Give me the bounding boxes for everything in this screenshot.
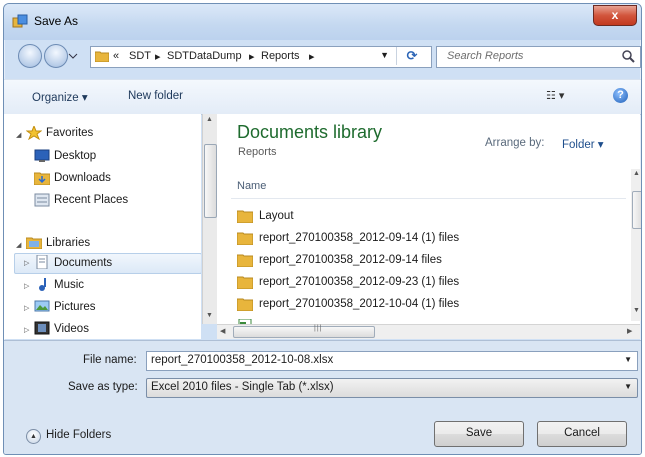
forward-button[interactable]	[44, 44, 68, 68]
save-as-dialog: Save As x « SDT ▸ SDTDataDump ▸ Reports …	[3, 3, 642, 455]
horizontal-scroll-thumb[interactable]: |||	[233, 325, 375, 338]
file-name-label: File name:	[83, 354, 137, 366]
collapse-up-icon: ▲	[26, 429, 41, 444]
breadcrumb-back-icon[interactable]: «	[113, 50, 119, 62]
videos-icon	[34, 321, 50, 335]
file-name: report_270100358_2012-09-14 files	[259, 254, 442, 266]
recent-places-icon	[34, 193, 50, 207]
folder-icon	[237, 298, 253, 311]
collapse-arrow-icon[interactable]: ▷	[24, 304, 29, 312]
folder-icon	[237, 254, 253, 267]
title-bar[interactable]: Save As x	[4, 4, 641, 40]
folder-icon	[95, 51, 109, 62]
expand-arrow-icon[interactable]: ◢	[16, 241, 21, 249]
window-title: Save As	[34, 14, 79, 28]
save-as-type-select[interactable]: Excel 2010 files - Single Tab (*.xlsx) ▼	[146, 378, 638, 398]
navigation-pane: ◢ Favorites Desktop Downloads Recent Pla…	[4, 114, 201, 339]
arrange-by-label: Arrange by:	[485, 137, 545, 149]
horizontal-scrollbar[interactable]: ◀ ||| ▶	[217, 324, 640, 339]
collapse-arrow-icon[interactable]: ▷	[24, 259, 29, 267]
nav-scroll-thumb[interactable]	[204, 144, 217, 218]
libraries-icon	[26, 237, 42, 249]
cancel-button[interactable]: Cancel	[537, 421, 627, 447]
breadcrumb-reports[interactable]: Reports	[261, 50, 300, 62]
help-icon[interactable]: ?	[613, 88, 628, 103]
nav-videos[interactable]: Videos	[54, 323, 89, 335]
folder-icon	[237, 232, 253, 245]
file-name: report_270100358_2012-09-23 (1) files	[259, 276, 460, 288]
library-subtitle: Reports	[238, 146, 277, 158]
breadcrumb-sdtdatadump[interactable]: SDTDataDump	[167, 50, 242, 62]
back-button[interactable]	[18, 44, 42, 68]
search-box[interactable]: Search Reports	[436, 46, 641, 68]
folder-icon	[237, 210, 253, 223]
nav-documents[interactable]: Documents	[54, 257, 112, 269]
scroll-down-icon[interactable]: ▼	[206, 312, 213, 319]
collapse-arrow-icon[interactable]: ▷	[24, 282, 29, 290]
search-placeholder[interactable]: Search Reports	[447, 50, 523, 62]
nav-pictures[interactable]: Pictures	[54, 301, 96, 313]
view-options-icon[interactable]: ☷ ▾	[546, 89, 564, 102]
nav-favorites[interactable]: Favorites	[46, 127, 93, 139]
close-button[interactable]: x	[593, 5, 637, 26]
file-name: report_270100358_2012-09-14 (1) files	[259, 232, 460, 244]
nav-recent-places[interactable]: Recent Places	[54, 194, 128, 206]
grip-icon: |||	[314, 325, 323, 332]
save-button[interactable]: Save	[434, 421, 524, 447]
scroll-left-icon[interactable]: ◀	[220, 327, 225, 335]
address-bar[interactable]: « SDT ▸ SDTDataDump ▸ Reports ▸ ▼ ⟳	[90, 46, 432, 68]
search-icon[interactable]	[621, 49, 635, 63]
nav-downloads[interactable]: Downloads	[54, 172, 111, 184]
folder-icon	[237, 276, 253, 289]
command-bar: Organize ▾ New folder ☷ ▾ ?	[4, 79, 641, 115]
chevron-down-icon[interactable]: ▼	[624, 382, 632, 391]
column-header-name[interactable]: Name	[237, 180, 266, 192]
scroll-down-icon[interactable]: ▼	[633, 307, 640, 314]
column-divider	[231, 198, 626, 199]
scroll-up-icon[interactable]: ▲	[206, 116, 213, 123]
pictures-icon	[34, 300, 50, 312]
save-as-icon	[12, 14, 28, 28]
downloads-icon	[34, 172, 50, 185]
music-icon	[39, 278, 46, 291]
desktop-icon	[34, 149, 50, 162]
nav-music[interactable]: Music	[54, 279, 84, 291]
file-list-pane: Documents library Reports Arrange by: Fo…	[217, 114, 640, 339]
nav-libraries[interactable]: Libraries	[46, 237, 90, 249]
hide-folders-label: Hide Folders	[46, 429, 112, 441]
file-name: report_270100358_2012-10-04 (1) files	[259, 298, 460, 310]
scroll-right-icon[interactable]: ▶	[627, 327, 632, 335]
save-as-type-label: Save as type:	[68, 381, 138, 393]
file-list-scroll-thumb[interactable]	[632, 191, 641, 229]
library-title: Documents library	[237, 122, 383, 142]
refresh-icon[interactable]: ⟳	[396, 47, 427, 65]
arrange-by-dropdown[interactable]: Folder ▾	[562, 137, 604, 151]
scroll-up-icon[interactable]: ▲	[633, 170, 640, 177]
file-name-input[interactable]: report_270100358_2012-10-08.xlsx ▼	[146, 351, 638, 371]
documents-icon	[36, 255, 48, 269]
file-name: Layout	[259, 210, 294, 222]
nav-desktop[interactable]: Desktop	[54, 150, 96, 162]
new-folder-button[interactable]: New folder	[128, 90, 183, 102]
save-form: File name: report_270100358_2012-10-08.x…	[4, 340, 641, 454]
collapse-arrow-icon[interactable]: ▷	[24, 326, 29, 334]
save-as-type-value[interactable]: Excel 2010 files - Single Tab (*.xlsx)	[151, 381, 334, 393]
chevron-down-icon[interactable]: ▼	[624, 355, 632, 364]
expand-arrow-icon[interactable]: ◢	[16, 131, 21, 139]
nav-scrollbar[interactable]: ▲ ▼	[202, 114, 217, 324]
file-name-value[interactable]: report_270100358_2012-10-08.xlsx	[151, 354, 333, 366]
star-icon	[26, 126, 42, 140]
address-dropdown-icon[interactable]: ▼	[380, 50, 389, 60]
recent-pages-icon[interactable]	[68, 52, 78, 60]
breadcrumb-separator-icon[interactable]: ▸	[155, 50, 161, 63]
breadcrumb-sdt[interactable]: SDT	[129, 50, 151, 62]
breadcrumb-separator-icon[interactable]: ▸	[309, 50, 315, 63]
breadcrumb-separator-icon[interactable]: ▸	[249, 50, 255, 63]
organize-button[interactable]: Organize ▾	[32, 90, 88, 104]
file-list-scrollbar[interactable]: ▲ ▼	[631, 169, 641, 321]
